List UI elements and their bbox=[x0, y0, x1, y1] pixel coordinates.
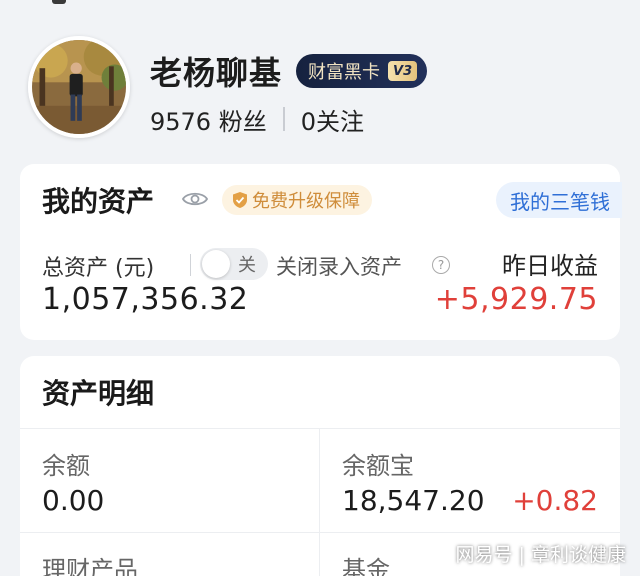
follow-label: 关注 bbox=[316, 107, 364, 136]
cell-label: 余额 bbox=[42, 452, 90, 480]
follow-count: 0 bbox=[300, 107, 316, 136]
cell-label: 余额宝 bbox=[342, 452, 414, 480]
close-entry-label: 关闭录入资产 bbox=[276, 255, 402, 279]
follow-stat[interactable]: 0关注 bbox=[301, 102, 364, 137]
yesterday-earnings-value[interactable]: +5,929.75 bbox=[435, 282, 598, 317]
my-three-money-button[interactable]: 我的三笔钱 bbox=[496, 182, 622, 218]
vip-badge[interactable]: 财富黑卡 V3 bbox=[296, 54, 428, 88]
help-icon[interactable]: ? bbox=[432, 256, 450, 274]
total-assets-label: 总资产 (元) bbox=[42, 256, 155, 281]
upgrade-label: 免费升级保障 bbox=[252, 191, 360, 212]
toggle-knob bbox=[202, 250, 230, 278]
asset-entry-toggle[interactable]: 关 bbox=[200, 248, 268, 280]
assets-title: 我的资产 bbox=[42, 185, 155, 218]
stats-row: 9576 粉丝 0关注 bbox=[150, 102, 364, 136]
avatar-photo bbox=[32, 40, 126, 134]
watermark: 网易号 | 章利谈健康 bbox=[455, 544, 626, 566]
stat-divider bbox=[282, 107, 285, 131]
fans-stat[interactable]: 9576 粉丝 bbox=[150, 102, 267, 137]
cell-label: 理财产品 bbox=[42, 556, 138, 576]
column-divider bbox=[319, 428, 320, 576]
my-assets-card: 我的资产 免费升级保障 我的三笔钱 总资产 (元) 关 关闭录入资产 ? 昨日收… bbox=[20, 164, 622, 340]
fans-count: 9576 bbox=[150, 107, 212, 136]
cell-value: 18,547.20 bbox=[342, 484, 485, 517]
divider bbox=[20, 428, 620, 429]
divider bbox=[20, 532, 620, 533]
fans-label: 粉丝 bbox=[218, 107, 267, 136]
yesterday-earnings-label: 昨日收益 bbox=[502, 252, 598, 280]
username: 老杨聊基 bbox=[150, 54, 283, 92]
shield-check-icon bbox=[233, 192, 247, 208]
vip-badge-label: 财富黑卡 bbox=[308, 62, 381, 83]
upgrade-protection-pill[interactable]: 免费升级保障 bbox=[222, 185, 372, 215]
cell-label: 基金 bbox=[342, 556, 390, 576]
vip-level: V3 bbox=[388, 61, 418, 81]
cell-change: +0.82 bbox=[512, 484, 598, 517]
label-divider bbox=[190, 254, 191, 276]
total-assets-value[interactable]: 1,057,356.32 bbox=[42, 282, 248, 317]
profile-header: 老杨聊基 财富黑卡 V3 9576 粉丝 0关注 bbox=[0, 0, 640, 158]
toggle-label: 关 bbox=[238, 255, 256, 276]
cell-value: 0.00 bbox=[42, 484, 105, 517]
asset-detail-title: 资产明细 bbox=[42, 377, 155, 410]
name-row: 老杨聊基 财富黑卡 V3 bbox=[150, 50, 428, 92]
eye-icon[interactable] bbox=[182, 190, 208, 208]
avatar[interactable] bbox=[28, 36, 130, 138]
